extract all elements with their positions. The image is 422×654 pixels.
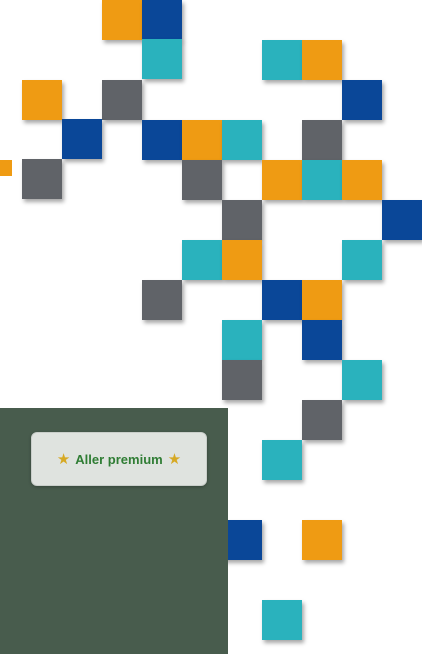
- decor-tile-navy: [142, 0, 182, 40]
- decor-tile-orange: [302, 40, 342, 80]
- decor-tile-gray: [302, 120, 342, 160]
- decor-tile-teal: [182, 240, 222, 280]
- decor-tile-orange: [302, 280, 342, 320]
- decor-tile-navy: [222, 520, 262, 560]
- decor-tile-teal: [142, 39, 182, 79]
- decor-tile-orange: [22, 80, 62, 120]
- decor-tile-gray: [182, 160, 222, 200]
- decor-tile-navy: [62, 119, 102, 159]
- go-premium-label: Aller premium: [75, 451, 163, 467]
- go-premium-button[interactable]: ★ Aller premium ★: [31, 432, 207, 486]
- decor-tile-teal: [222, 320, 262, 360]
- decor-tile-gray: [222, 200, 262, 240]
- decorative-background: ★ Aller premium ★: [0, 0, 422, 654]
- decor-tile-navy: [142, 120, 182, 160]
- decor-tile-teal: [262, 440, 302, 480]
- decor-tile-teal: [262, 40, 302, 80]
- decor-tile-orange: [0, 160, 12, 176]
- decor-tile-orange: [182, 120, 222, 160]
- decor-tile-navy: [342, 80, 382, 120]
- star-icon: ★: [56, 450, 71, 468]
- decor-tile-gray: [302, 400, 342, 440]
- decor-tile-navy: [262, 280, 302, 320]
- decor-tile-orange: [262, 160, 302, 200]
- decor-tile-orange: [222, 240, 262, 280]
- decor-tile-gray: [222, 360, 262, 400]
- star-icon: ★: [167, 450, 182, 468]
- decor-tile-gray: [22, 159, 62, 199]
- decor-tile-gray: [102, 80, 142, 120]
- decor-tile-teal: [262, 600, 302, 640]
- decor-tile-orange: [342, 160, 382, 200]
- decor-tile-orange: [302, 520, 342, 560]
- decor-tile-gray: [142, 280, 182, 320]
- decor-tile-navy: [302, 320, 342, 360]
- decor-tile-orange: [102, 0, 142, 40]
- decor-tile-teal: [222, 120, 262, 160]
- decor-tile-teal: [342, 360, 382, 400]
- decor-tile-teal: [342, 240, 382, 280]
- decor-tile-navy: [382, 200, 422, 240]
- decor-tile-teal: [302, 160, 342, 200]
- premium-panel: ★ Aller premium ★: [0, 408, 228, 654]
